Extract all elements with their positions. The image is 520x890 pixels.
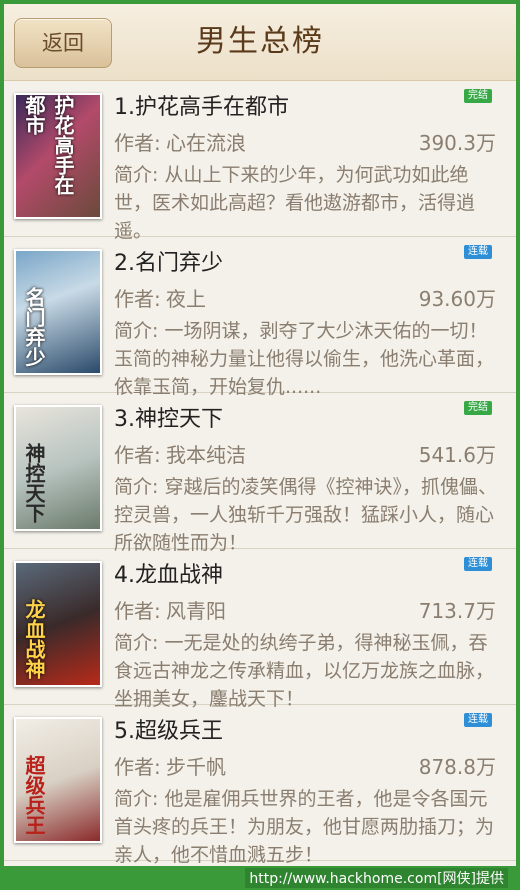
footer-bar: http://www.hackhome.com[网侠]提供 xyxy=(0,866,520,890)
book-title[interactable]: 2.名门弃少 xyxy=(114,245,223,277)
author-name: 风青阳 xyxy=(166,599,226,623)
word-count: 390.3万 xyxy=(418,131,496,155)
book-title[interactable]: 3.神控天下 xyxy=(114,401,223,433)
word-count: 878.8万 xyxy=(418,755,496,779)
book-intro: 简介: 他是雇佣兵世界的王者，他是令各国元首头疼的兵王！为朋友，他甘愿两肋插刀；… xyxy=(114,785,500,866)
author-name: 步千帆 xyxy=(166,755,226,779)
cover-title: 护花高手在都市 xyxy=(22,95,75,195)
word-count: 93.60万 xyxy=(418,287,496,311)
status-badge: 连载 xyxy=(464,245,492,259)
book-intro: 简介: 一无是处的纨绔子弟，得神秘玉佩，吞食远古神龙之传承精血，以亿万龙族之血脉… xyxy=(114,629,500,713)
intro-text: 穿越后的凌笑偶得《控神诀》，抓傀儡、控灵兽，一人独斩千万强敌！猛踩小人，随心所欲… xyxy=(114,476,497,554)
intro-label: 简介: xyxy=(114,632,159,654)
intro-label: 简介: xyxy=(114,320,159,342)
page-title: 男生总榜 xyxy=(196,24,324,59)
watermark: http://www.hackhome.com[网侠]提供 xyxy=(245,868,508,888)
book-cover[interactable]: 护花高手在都市 xyxy=(14,93,102,219)
cover-title: 超级兵王 xyxy=(22,755,46,835)
intro-text: 一无是处的纨绔子弟，得神秘玉佩，吞食远古神龙之传承精血，以亿万龙族之血脉，坐拥美… xyxy=(114,632,495,710)
word-count: 541.6万 xyxy=(418,443,496,467)
status-badge: 完结 xyxy=(464,89,492,103)
author-label: 作者: xyxy=(114,443,161,467)
status-badge: 连载 xyxy=(464,713,492,727)
app-frame: 返回 男生总榜 护花高手在都市 1.护花高手在都市 完结 作者: 心在流浪 39… xyxy=(4,4,516,866)
intro-text: 一场阴谋，剥夺了大少沐天佑的一切！玉简的神秘力量让他得以偷生，他洗心革面，依靠玉… xyxy=(114,320,495,398)
intro-label: 简介: xyxy=(114,164,159,186)
book-item[interactable]: 护花高手在都市 1.护花高手在都市 完结 作者: 心在流浪 390.3万 简介:… xyxy=(4,81,516,242)
book-item[interactable]: 名门弃少 2.名门弃少 连载 作者: 夜上 93.60万 简介: 一场阴谋，剥夺… xyxy=(4,237,516,398)
author-label: 作者: xyxy=(114,755,161,779)
book-intro: 简介: 一场阴谋，剥夺了大少沐天佑的一切！玉简的神秘力量让他得以偷生，他洗心革面… xyxy=(114,317,500,401)
book-list: 护花高手在都市 1.护花高手在都市 完结 作者: 心在流浪 390.3万 简介:… xyxy=(4,81,516,866)
cover-title: 龙血战神 xyxy=(22,599,46,679)
author-label: 作者: xyxy=(114,131,161,155)
intro-label: 简介: xyxy=(114,476,159,498)
book-item[interactable]: 龙血战神 4.龙血战神 连载 作者: 风青阳 713.7万 简介: 一无是处的纨… xyxy=(4,549,516,710)
status-badge: 连载 xyxy=(464,557,492,571)
book-title[interactable]: 1.护花高手在都市 xyxy=(114,89,289,121)
author-name: 心在流浪 xyxy=(166,131,246,155)
status-badge: 完结 xyxy=(464,401,492,415)
book-intro: 简介: 穿越后的凌笑偶得《控神诀》，抓傀儡、控灵兽，一人独斩千万强敌！猛踩小人，… xyxy=(114,473,500,557)
book-title[interactable]: 4.龙血战神 xyxy=(114,557,223,589)
author-label: 作者: xyxy=(114,287,161,311)
book-cover[interactable]: 神控天下 xyxy=(14,405,102,531)
book-item[interactable]: 神控天下 3.神控天下 完结 作者: 我本纯洁 541.6万 简介: 穿越后的凌… xyxy=(4,393,516,554)
book-title[interactable]: 5.超级兵王 xyxy=(114,713,223,745)
author-name: 我本纯洁 xyxy=(166,443,246,467)
header-bar: 返回 男生总榜 xyxy=(4,4,516,81)
author-label: 作者: xyxy=(114,599,161,623)
cover-title: 名门弃少 xyxy=(22,287,46,367)
intro-label: 简介: xyxy=(114,788,159,810)
book-item[interactable]: 超级兵王 5.超级兵王 连载 作者: 步千帆 878.8万 简介: 他是雇佣兵世… xyxy=(4,705,516,866)
book-cover[interactable]: 龙血战神 xyxy=(14,561,102,687)
book-intro: 简介: 从山上下来的少年，为何武功如此绝世，医术如此高超？看他遨游都市，活得逍遥… xyxy=(114,161,500,245)
intro-text: 他是雇佣兵世界的王者，他是令各国元首头疼的兵王！为朋友，他甘愿两肋插刀；为亲人，… xyxy=(114,788,495,866)
word-count: 713.7万 xyxy=(418,599,496,623)
book-cover[interactable]: 超级兵王 xyxy=(14,717,102,843)
intro-text: 从山上下来的少年，为何武功如此绝世，医术如此高超？看他遨游都市，活得逍遥。 xyxy=(114,164,476,242)
book-cover[interactable]: 名门弃少 xyxy=(14,249,102,375)
cover-title: 神控天下 xyxy=(22,443,46,523)
author-name: 夜上 xyxy=(166,287,206,311)
